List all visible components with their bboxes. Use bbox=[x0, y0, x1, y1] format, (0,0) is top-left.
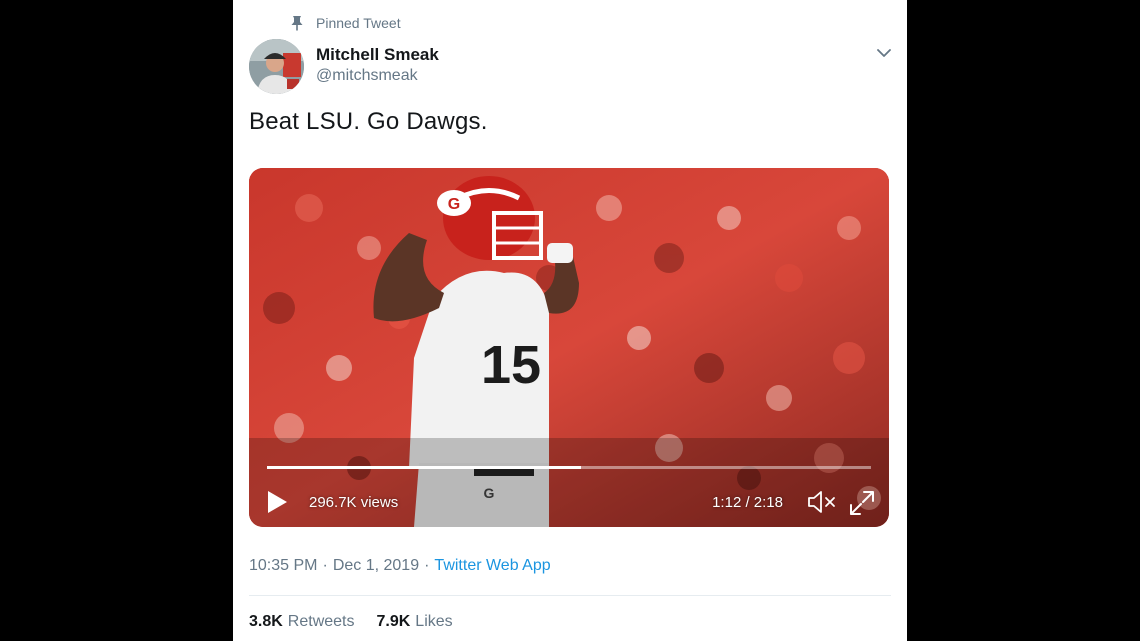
chevron-down-icon[interactable] bbox=[875, 44, 893, 62]
view-count: 296.7K views bbox=[309, 494, 399, 511]
video-player[interactable]: G 15 G 296.7K views 1:12 / 2:18 bbox=[249, 168, 889, 527]
tweet-source-link[interactable]: Twitter Web App bbox=[434, 557, 550, 575]
svg-text:15: 15 bbox=[481, 335, 541, 395]
likes-label: Likes bbox=[415, 613, 453, 630]
tweet-stats: 3.8K Retweets 7.9K Likes bbox=[249, 613, 475, 631]
likes-stat[interactable]: 7.9K Likes bbox=[377, 613, 453, 631]
fullscreen-icon[interactable] bbox=[849, 490, 875, 516]
meta-separator: · bbox=[424, 557, 430, 574]
tweet-date[interactable]: Dec 1, 2019 bbox=[333, 557, 419, 575]
tweet-card[interactable]: Pinned Tweet Mitchell Smeak @mitchsmeak … bbox=[233, 0, 907, 641]
likes-count: 7.9K bbox=[376, 613, 411, 630]
pinned-indicator: Pinned Tweet bbox=[290, 14, 401, 32]
divider bbox=[249, 595, 891, 596]
muted-speaker-icon[interactable] bbox=[807, 490, 837, 514]
page: Pinned Tweet Mitchell Smeak @mitchsmeak … bbox=[0, 0, 1140, 641]
avatar-image bbox=[249, 39, 304, 94]
tweet-meta: 10:35 PM · Dec 1, 2019 · Twitter Web App bbox=[249, 557, 551, 575]
retweets-count: 3.8K bbox=[249, 613, 283, 630]
pin-icon bbox=[291, 16, 303, 31]
retweets-stat[interactable]: 3.8K Retweets bbox=[249, 613, 355, 631]
user-name[interactable]: Mitchell Smeak bbox=[316, 45, 439, 65]
retweets-label: Retweets bbox=[287, 613, 355, 630]
pinned-label: Pinned Tweet bbox=[316, 15, 401, 31]
progress-fill bbox=[267, 466, 582, 469]
tweet-text: Beat LSU. Go Dawgs. bbox=[249, 108, 488, 135]
tweet-time[interactable]: 10:35 PM bbox=[249, 557, 317, 575]
svg-text:G: G bbox=[448, 196, 460, 213]
progress-bar[interactable] bbox=[267, 466, 871, 469]
meta-separator: · bbox=[322, 557, 328, 574]
user-handle[interactable]: @mitchsmeak bbox=[316, 67, 418, 85]
time-readout: 1:12 / 2:18 bbox=[712, 494, 783, 511]
avatar[interactable] bbox=[249, 39, 304, 94]
play-icon[interactable] bbox=[266, 490, 288, 514]
video-frame: G 15 G bbox=[249, 168, 889, 527]
